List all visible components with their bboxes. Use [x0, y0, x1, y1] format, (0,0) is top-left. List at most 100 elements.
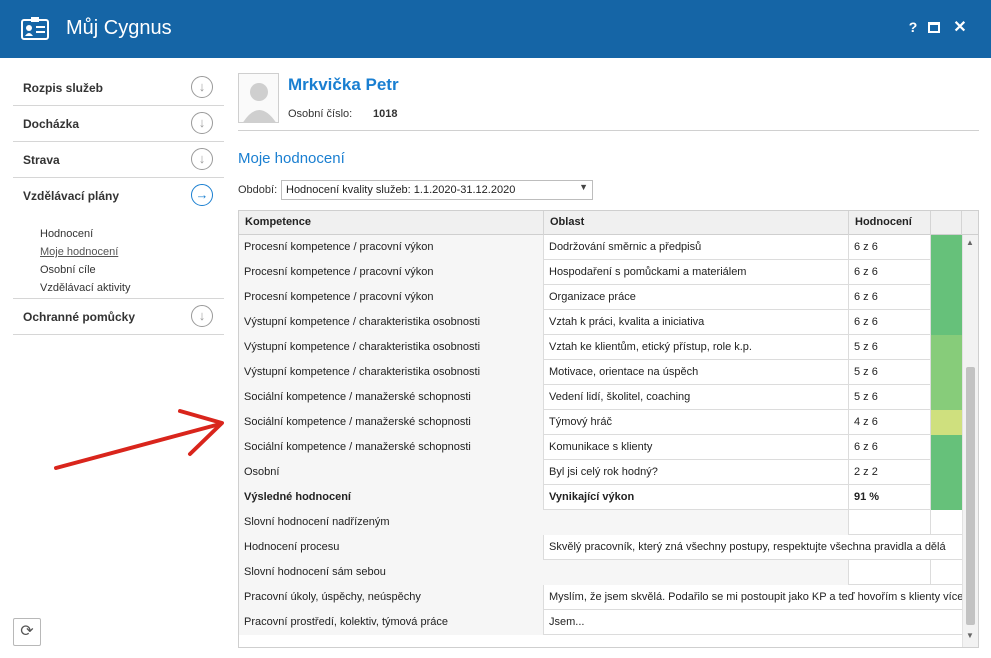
divider	[238, 130, 979, 131]
table-row[interactable]: Procesní kompetence / pracovní výkon Org…	[239, 285, 962, 310]
sidebar-item-ochranne-pomucky[interactable]: Ochranné pomůcky ↓	[13, 299, 224, 335]
cell-score: 6 z 6	[849, 310, 931, 335]
subitem-osobni-cile[interactable]: Osobní cíle	[40, 264, 96, 276]
comment-label: Slovní hodnocení nadřízeným	[239, 510, 849, 535]
score-color-indicator	[931, 335, 962, 360]
cell-score: 6 z 6	[849, 260, 931, 285]
comment-value[interactable]: Skvělý pracovník, který zná všechny post…	[544, 535, 962, 560]
red-arrow-icon	[54, 409, 224, 470]
cell-area: Dodržování směrnic a předpisů	[544, 235, 849, 260]
comment-row[interactable]: Hodnocení procesu Skvělý pracovník, kter…	[239, 535, 962, 560]
column-header-competence[interactable]: Kompetence	[239, 211, 544, 235]
circle-arrow-down-icon[interactable]: ↓	[191, 305, 213, 327]
column-header-score[interactable]: Hodnocení	[849, 211, 931, 235]
cell-competence: Procesní kompetence / pracovní výkon	[239, 260, 544, 285]
cell-area: Byl jsi celý rok hodný?	[544, 460, 849, 485]
table-row[interactable]: Procesní kompetence / pracovní výkon Hos…	[239, 260, 962, 285]
score-color-indicator	[931, 285, 962, 310]
sidebar-item-label: Docházka	[23, 117, 80, 131]
comment-extra	[931, 510, 962, 535]
close-button[interactable]: ✕	[952, 17, 968, 36]
vertical-scrollbar[interactable]: ▲ ▼	[962, 235, 978, 647]
evaluation-table: Kompetence Oblast Hodnocení Procesní kom…	[238, 210, 979, 648]
summary-row[interactable]: Výsledné hodnocení Vynikající výkon 91 %	[239, 485, 962, 510]
app-title: Můj Cygnus	[66, 17, 172, 39]
scroll-up-icon[interactable]: ▲	[966, 238, 974, 247]
period-select[interactable]: Hodnocení kvality služeb: 1.1.2020-31.12…	[281, 180, 593, 200]
summary-score: 91 %	[849, 485, 931, 510]
id-card-icon	[21, 17, 49, 40]
comment-value[interactable]	[849, 510, 931, 535]
cell-area: Komunikace s klienty	[544, 435, 849, 460]
maximize-button[interactable]	[928, 22, 940, 33]
comment-row[interactable]: Pracovní prostředí, kolektiv, týmová prá…	[239, 610, 962, 635]
comment-label: Pracovní prostředí, kolektiv, týmová prá…	[239, 610, 544, 635]
comment-label: Slovní hodnocení sám sebou	[239, 560, 849, 585]
cell-score: 5 z 6	[849, 385, 931, 410]
comment-value[interactable]: Myslím, že jsem skvělá. Podařilo se mi p…	[544, 585, 962, 610]
score-color-indicator	[931, 235, 962, 260]
scroll-down-icon[interactable]: ▼	[966, 631, 974, 640]
avatar	[238, 73, 279, 123]
comment-label: Pracovní úkoly, úspěchy, neúspěchy	[239, 585, 544, 610]
table-row[interactable]: Sociální kompetence / manažerské schopno…	[239, 410, 962, 435]
cell-area: Motivace, orientace na úspěch	[544, 360, 849, 385]
sidebar-item-label: Vzdělávací plány	[23, 189, 120, 203]
cell-area: Vedení lidí, školitel, coaching	[544, 385, 849, 410]
sidebar-item-rozpis-sluzeb[interactable]: Rozpis služeb ↓	[13, 70, 224, 106]
circle-arrow-down-icon[interactable]: ↓	[191, 148, 213, 170]
table-row[interactable]: Sociální kompetence / manažerské schopno…	[239, 385, 962, 410]
page-title: Moje hodnocení	[238, 150, 345, 167]
table-row[interactable]: Procesní kompetence / pracovní výkon Dod…	[239, 235, 962, 260]
refresh-button[interactable]: ⟳	[13, 618, 41, 646]
table-row[interactable]: Výstupní kompetence / charakteristika os…	[239, 310, 962, 335]
comment-value[interactable]	[849, 560, 931, 585]
subitem-vzdelavaci-aktivity[interactable]: Vzdělávací aktivity	[40, 282, 130, 294]
comment-value[interactable]: Jsem...	[544, 610, 962, 635]
comment-row[interactable]: Pracovní úkoly, úspěchy, neúspěchy Myslí…	[239, 585, 962, 610]
cell-score: 2 z 2	[849, 460, 931, 485]
table-row[interactable]: Osobní Byl jsi celý rok hodný? 2 z 2	[239, 460, 962, 485]
cell-area: Vztah k práci, kvalita a iniciativa	[544, 310, 849, 335]
refresh-icon: ⟳	[20, 623, 34, 640]
subitem-moje-hodnoceni[interactable]: Moje hodnocení	[40, 246, 118, 258]
help-button[interactable]: ?	[905, 19, 921, 37]
period-label: Období:	[238, 184, 278, 196]
sidebar-item-label: Rozpis služeb	[23, 81, 104, 95]
subitem-hodnoceni[interactable]: Hodnocení	[40, 228, 93, 240]
column-header-area[interactable]: Oblast	[544, 211, 849, 235]
score-color-indicator	[931, 460, 962, 485]
circle-arrow-right-icon[interactable]: →	[191, 184, 213, 206]
table-row[interactable]: Výstupní kompetence / charakteristika os…	[239, 335, 962, 360]
comment-label: Hodnocení procesu	[239, 535, 544, 560]
employee-number-label: Osobní číslo:	[288, 108, 353, 120]
circle-arrow-down-icon[interactable]: ↓	[191, 112, 213, 134]
circle-arrow-down-icon[interactable]: ↓	[191, 76, 213, 98]
cell-competence: Výstupní kompetence / charakteristika os…	[239, 360, 544, 385]
sidebar-item-vzdelavaci-plany[interactable]: Vzdělávací plány → Hodnocení Moje hodnoc…	[13, 178, 224, 299]
chevron-down-icon[interactable]: ▼	[579, 182, 588, 192]
sidebar-item-dochazka[interactable]: Docházka ↓	[13, 106, 224, 142]
cell-score: 4 z 6	[849, 410, 931, 435]
scrollbar-thumb[interactable]	[966, 367, 975, 625]
comment-row[interactable]: Slovní hodnocení sám sebou	[239, 560, 962, 585]
cell-score: 6 z 6	[849, 285, 931, 310]
table-row[interactable]: Sociální kompetence / manažerské schopno…	[239, 435, 962, 460]
score-color-indicator	[931, 485, 962, 510]
comment-row[interactable]: Slovní hodnocení nadřízeným	[239, 510, 962, 535]
cell-competence: Sociální kompetence / manažerské schopno…	[239, 435, 544, 460]
sidebar-item-label: Ochranné pomůcky	[23, 310, 136, 324]
cell-area: Organizace práce	[544, 285, 849, 310]
summary-label: Výsledné hodnocení	[239, 485, 544, 510]
cell-competence: Procesní kompetence / pracovní výkon	[239, 235, 544, 260]
score-color-indicator	[931, 410, 962, 435]
table-row[interactable]: Výstupní kompetence / charakteristika os…	[239, 360, 962, 385]
cell-competence: Výstupní kompetence / charakteristika os…	[239, 335, 544, 360]
score-color-indicator	[931, 260, 962, 285]
sidebar-item-label: Strava	[23, 153, 60, 167]
cell-score: 5 z 6	[849, 360, 931, 385]
summary-result: Vynikající výkon	[544, 485, 849, 510]
period-select-value: Hodnocení kvality služeb: 1.1.2020-31.12…	[286, 184, 516, 196]
sidebar: Rozpis služeb ↓ Docházka ↓ Strava ↓ Vzdě…	[13, 70, 224, 335]
sidebar-item-strava[interactable]: Strava ↓	[13, 142, 224, 178]
